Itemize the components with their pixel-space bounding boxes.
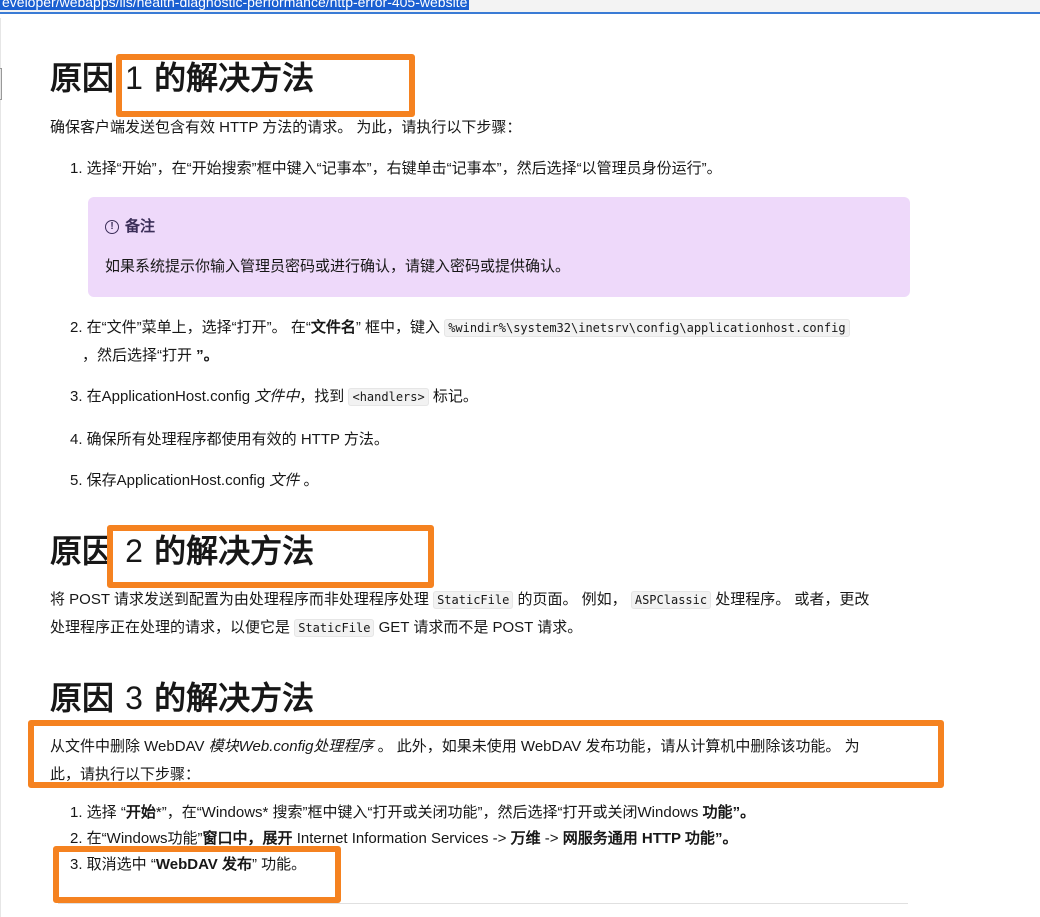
step-text: 2. 在“文件”菜单上，选择“打开”。 在“: [70, 319, 311, 336]
step-bold: 开始: [125, 804, 156, 821]
para-text: 处理程序正在处理的请求，以便它是: [50, 619, 291, 636]
paragraph: 将 POST 请求发送到配置为由处理程序而非处理程序处理 StaticFile …: [50, 586, 920, 642]
step-text: ，然后选择“打开: [82, 347, 192, 364]
step-text: 1. 选择 “: [70, 804, 126, 821]
note-body: 如果系统提示你输入管理员密码或进行确认，请键入密码或提供确认。: [105, 258, 571, 275]
para-text: 的页面。 例如，: [517, 591, 627, 608]
heading-prefix: 原因: [50, 679, 115, 717]
step-text: 。: [303, 472, 319, 489]
heading-number: 3: [125, 680, 143, 716]
note-title: ! 备注: [105, 215, 155, 236]
address-text[interactable]: eveloper/webapps/iis/health-diagnostic-p…: [0, 0, 470, 10]
highlight-box: [107, 525, 434, 588]
intro-paragraph: 确保客户端发送包含有效 HTTP 方法的请求。 为此，请执行以下步骤：: [50, 119, 522, 136]
heading-cause-3: 原因 3 的解决方法: [50, 678, 314, 718]
list-item: 2. 在“文件”菜单上，选择“打开”。 在“文件名” 框中，键入 %windir…: [70, 314, 910, 370]
divider: [58, 903, 908, 904]
list-item: 1. 选择“开始”，在“开始搜索”框中键入“记事本”，右键单击“记事本”，然后选…: [70, 160, 722, 177]
info-icon: !: [105, 220, 119, 235]
address-bar[interactable]: eveloper/webapps/iis/health-diagnostic-p…: [0, 0, 1040, 14]
list-item: 4. 确保所有处理程序都使用有效的 HTTP 方法。: [70, 431, 389, 448]
step-text: Internet Information Services ->: [296, 830, 507, 847]
step-text: *”，在“Windows* 搜索”框中键入“打开或关闭功能”，然后选择“打开或关…: [155, 804, 699, 821]
step-text: ” 框中，键入: [355, 319, 441, 336]
heading-prefix: 原因: [50, 532, 115, 570]
step-bold: 万维: [510, 830, 541, 847]
code-tag: <handlers>: [348, 388, 429, 406]
code-inline: StaticFile: [294, 619, 375, 637]
highlight-box: [116, 54, 415, 117]
code-inline: StaticFile: [433, 591, 514, 609]
code-inline: ASPClassic: [630, 591, 712, 609]
step-bold: ”。: [714, 830, 738, 847]
list-item: 3. 在ApplicationHost.config 文件中，找到 <handl…: [70, 383, 478, 411]
code-path: %windir%\system32\inetsrv\config\applica…: [444, 319, 850, 337]
step-bold: ”。: [732, 804, 756, 821]
note-box: ! 备注 如果系统提示你输入管理员密码或进行确认，请键入密码或提供确认。: [88, 197, 910, 297]
step-text: ->: [544, 830, 559, 847]
list-item: 1. 选择 “开始*”，在“Windows* 搜索”框中键入“打开或关闭功能”，…: [70, 800, 755, 825]
step-bold: 文件名: [310, 319, 356, 336]
step-text: 5. 保存ApplicationHost.config: [70, 472, 266, 489]
para-text: 处理程序。 或者，更改: [715, 591, 870, 608]
list-item: 5. 保存ApplicationHost.config 文件 。: [70, 467, 318, 495]
step-text: 2. 在“Windows功能”: [70, 830, 203, 847]
para-text: GET 请求而不是 POST 请求。: [378, 619, 583, 636]
step-text: 3. 在ApplicationHost.config: [70, 388, 251, 405]
left-border: [0, 18, 1, 917]
heading-suffix: 的解决方法: [154, 679, 315, 717]
collapse-handle[interactable]: [0, 68, 2, 100]
note-title-text: 备注: [125, 218, 156, 235]
step-text: ，找到: [299, 388, 345, 405]
step-bold: 网服务通用 HTTP 功能: [562, 830, 715, 847]
step-text: 标记。: [432, 388, 478, 405]
para-text: 将 POST 请求发送到配置为由处理程序而非处理程序处理: [50, 591, 429, 608]
step-em: 文件: [269, 472, 300, 489]
highlight-box: [53, 846, 341, 903]
step-bold: 窗口中，展开: [202, 830, 293, 847]
step-bold: 功能: [702, 804, 733, 821]
highlight-box: [28, 720, 944, 788]
heading-prefix: 原因: [50, 59, 115, 97]
step-bold: ”。: [192, 347, 219, 364]
step-em: 文件中: [254, 388, 300, 405]
